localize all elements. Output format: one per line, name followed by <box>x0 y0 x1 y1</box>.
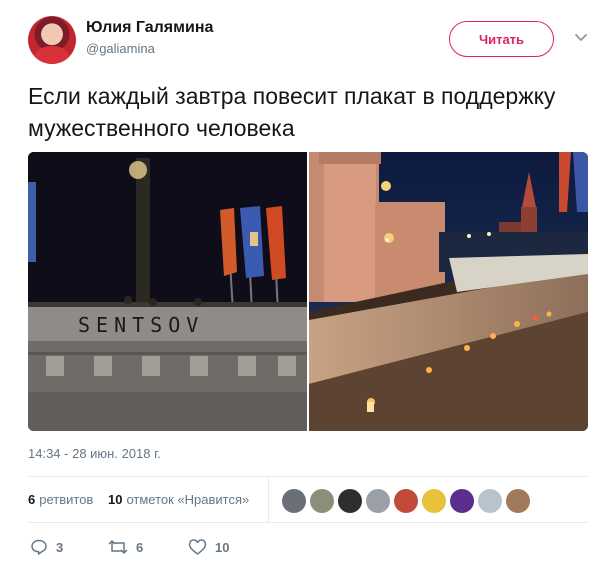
like-button[interactable]: 10 <box>188 536 229 558</box>
user-name[interactable]: Юлия Галямина <box>86 19 213 37</box>
follow-button[interactable]: Читать <box>449 21 554 57</box>
photo-kremlin-candles[interactable] <box>309 152 588 431</box>
tweet-text: Если каждый завтра повесит плакат в подд… <box>28 83 556 141</box>
liker-avatar-4[interactable] <box>366 489 390 513</box>
divider-bottom <box>28 522 588 523</box>
banner-text: SENTSOV <box>78 313 204 337</box>
heart-icon <box>188 539 207 555</box>
media-grid: SENTSOV <box>28 152 588 431</box>
retweets-label: ретвитов <box>39 492 94 507</box>
tweet-timestamp[interactable]: 14:34 - 28 июн. 2018 г. <box>28 446 161 461</box>
liker-avatar-8[interactable] <box>478 489 502 513</box>
photo-kremlin-candles-image <box>309 152 588 431</box>
retweet-count: 6 <box>136 539 144 555</box>
likes-label: отметок «Нравится» <box>126 492 250 507</box>
chevron-down-icon[interactable] <box>574 30 588 44</box>
likes-count: 10 <box>108 492 123 507</box>
retweet-button[interactable]: 6 <box>108 536 143 558</box>
liker-avatar-5[interactable] <box>394 489 418 513</box>
user-handle[interactable]: @galiamina <box>86 41 155 56</box>
retweet-icon <box>108 539 128 555</box>
liker-avatar-2[interactable] <box>310 489 334 513</box>
liker-avatar-1[interactable] <box>282 489 306 513</box>
avatar[interactable] <box>28 16 76 64</box>
liker-avatar-3[interactable] <box>338 489 362 513</box>
tweet-stats: 6 ретвитов 10 отметок «Нравится» <box>28 478 588 522</box>
reply-count: 3 <box>56 539 64 555</box>
reply-button[interactable]: 3 <box>30 536 63 558</box>
photo-bridge-banner-image: SENTSOV <box>28 152 307 431</box>
retweets-stat[interactable]: 6 ретвитов <box>28 492 93 507</box>
divider-top <box>28 476 588 477</box>
likes-stat[interactable]: 10 отметок «Нравится» <box>108 492 249 507</box>
liker-avatar-7[interactable] <box>450 489 474 513</box>
tweet-header: Юлия Галямина @galiamina Читать <box>28 16 596 66</box>
like-count: 10 <box>215 539 230 555</box>
stats-separator <box>268 478 269 522</box>
reply-icon <box>31 539 47 555</box>
liker-avatar-9[interactable] <box>506 489 530 513</box>
liker-avatar-6[interactable] <box>422 489 446 513</box>
photo-bridge-banner[interactable]: SENTSOV <box>28 152 307 431</box>
retweets-count: 6 <box>28 492 36 507</box>
